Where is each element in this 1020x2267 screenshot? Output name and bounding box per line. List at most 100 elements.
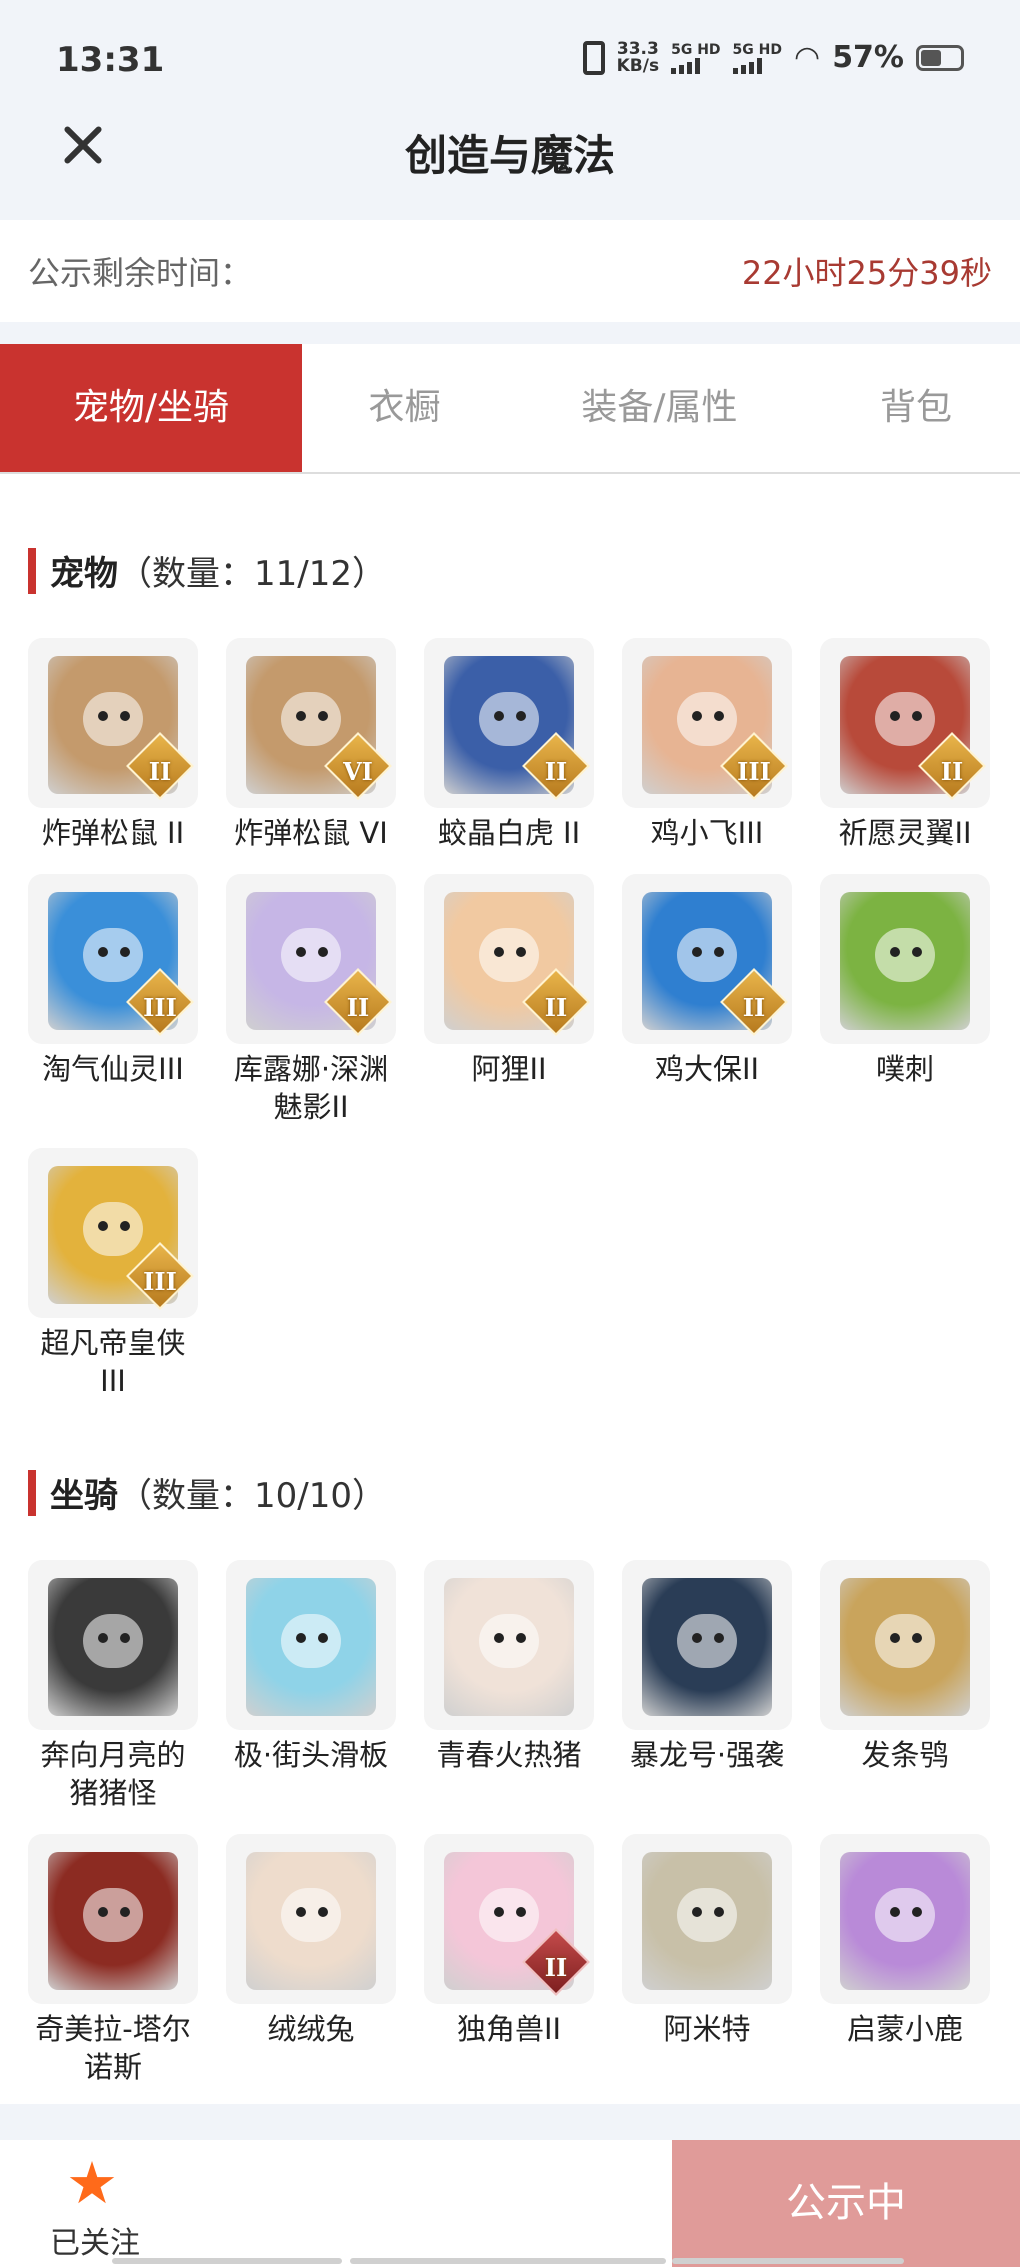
art-eye <box>318 1907 328 1917</box>
home-indicator <box>672 2258 904 2264</box>
mounts-section-title: 坐骑 （数量：10/10） <box>28 1468 386 1517</box>
divider-gap <box>0 322 1020 344</box>
pet-item[interactable]: II 蛟晶白虎 II <box>424 638 594 852</box>
signal-bars-icon <box>671 57 701 74</box>
signal-5g-2: 5G HD <box>732 42 782 74</box>
pets-title: 宠物 <box>50 554 118 594</box>
art-eye <box>318 1633 328 1643</box>
tab-equipment[interactable]: 装备/属性 <box>507 344 812 472</box>
art-eye <box>516 1907 526 1917</box>
pet-image: III <box>28 874 198 1044</box>
pet-image: III <box>28 1148 198 1318</box>
art-eye <box>494 947 504 957</box>
mount-image <box>424 1560 594 1730</box>
art-eye <box>296 1633 306 1643</box>
art-face <box>677 928 737 982</box>
art-eye <box>890 947 900 957</box>
battery-percent: 57% <box>832 40 904 75</box>
mount-name: 启蒙小鹿 <box>846 2012 963 2046</box>
pet-item[interactable]: VI 炸弹松鼠 VI <box>226 638 396 852</box>
art-eye <box>98 711 108 721</box>
status-bar: 13:31 33.3 KB/s 5G HD 5G HD ◠ 57% <box>0 0 1020 120</box>
character-art <box>840 1578 970 1716</box>
mount-item[interactable]: 发条鸮 <box>820 1560 990 1774</box>
pet-item[interactable]: II 库露娜·深渊魅影II <box>226 874 396 1126</box>
art-eye <box>692 711 702 721</box>
art-face <box>83 928 143 982</box>
section-marker <box>28 547 36 594</box>
mount-item[interactable]: 绒绒兔 <box>226 1834 396 2048</box>
art-eye <box>98 947 108 957</box>
art-face <box>875 1614 935 1668</box>
mount-item[interactable]: 奔向月亮的猪猪怪 <box>28 1560 198 1812</box>
art-face <box>479 692 539 746</box>
mount-item[interactable]: 启蒙小鹿 <box>820 1834 990 2048</box>
art-face <box>281 928 341 982</box>
level-badge-text: II <box>346 993 370 1022</box>
section-marker <box>28 1469 36 1516</box>
mount-item[interactable]: 极·街头滑板 <box>226 1560 396 1774</box>
art-face <box>281 1888 341 1942</box>
pet-item[interactable]: 噗刺 <box>820 874 990 1088</box>
art-eye <box>318 711 328 721</box>
mount-item[interactable]: 奇美拉-塔尔诺斯 <box>28 1834 198 2086</box>
art-eye <box>714 1907 724 1917</box>
pet-item[interactable]: II 鸡大保II <box>622 874 792 1088</box>
mount-image <box>226 1834 396 2004</box>
network-speed: 33.3 KB/s <box>616 40 660 76</box>
mounts-title: 坐骑 <box>50 1476 118 1516</box>
art-eye <box>494 1907 504 1917</box>
divider-gap <box>0 2104 1020 2140</box>
art-eye <box>714 947 724 957</box>
pet-item[interactable]: II 炸弹松鼠 II <box>28 638 198 852</box>
art-eye <box>318 947 328 957</box>
art-eye <box>714 711 724 721</box>
follow-button[interactable]: ★ 已关注 <box>0 2140 190 2267</box>
mount-item[interactable]: 阿米特 <box>622 1834 792 2048</box>
pet-item[interactable]: III 淘气仙灵III <box>28 874 198 1088</box>
pet-item[interactable]: II 祈愿灵翼II <box>820 638 990 852</box>
pet-name: 蛟晶白虎 II <box>437 816 581 850</box>
art-eye <box>890 711 900 721</box>
art-eye <box>692 1907 702 1917</box>
art-eye <box>890 1633 900 1643</box>
mount-item[interactable]: 暴龙号·强袭 <box>622 1560 792 1774</box>
public-status-button[interactable]: 公示中 <box>672 2140 1020 2267</box>
mounts-grid: 奔向月亮的猪猪怪 极·街头滑板 青春火热猪 暴龙号·强袭 发条鸮奇美拉-塔尔诺斯 绒绒兔 I… <box>28 1560 1008 2100</box>
art-eye <box>912 711 922 721</box>
status-icons: 33.3 KB/s 5G HD 5G HD ◠ 57% <box>582 40 964 76</box>
mount-item[interactable]: 青春火热猪 <box>424 1560 594 1774</box>
network-speed-unit: KB/s <box>616 55 660 76</box>
art-eye <box>98 1907 108 1917</box>
level-badge-text: II <box>544 757 568 786</box>
character-art <box>840 1852 970 1990</box>
tab-backpack[interactable]: 背包 <box>812 344 1020 472</box>
mount-image <box>28 1560 198 1730</box>
level-badge-text: II <box>742 993 766 1022</box>
art-face <box>83 1888 143 1942</box>
mount-name: 暴龙号·强袭 <box>629 1738 785 1772</box>
mount-item[interactable]: II 独角兽II <box>424 1834 594 2048</box>
pet-name: 噗刺 <box>875 1052 934 1086</box>
tab-wardrobe[interactable]: 衣橱 <box>302 344 507 472</box>
signal-5g-1-label: 5G HD <box>671 41 721 58</box>
pet-item[interactable]: III 超凡帝皇侠III <box>28 1148 198 1400</box>
art-eye <box>912 1907 922 1917</box>
art-eye <box>494 711 504 721</box>
pet-image: II <box>820 638 990 808</box>
art-face <box>677 1614 737 1668</box>
pet-item[interactable]: III 鸡小飞III <box>622 638 792 852</box>
character-art <box>444 1578 574 1716</box>
level-badge-text: III <box>143 993 177 1022</box>
pet-item[interactable]: II 阿狸II <box>424 874 594 1088</box>
character-art <box>246 1578 376 1716</box>
art-face <box>83 1202 143 1256</box>
art-eye <box>714 1633 724 1643</box>
pet-image: II <box>28 638 198 808</box>
pet-name: 淘气仙灵III <box>42 1052 184 1086</box>
art-eye <box>516 1633 526 1643</box>
tab-pets-mounts[interactable]: 宠物/坐骑 <box>0 344 302 472</box>
art-face <box>677 692 737 746</box>
pets-grid: II 炸弹松鼠 II VI 炸弹松鼠 VI II 蛟晶白虎 II III 鸡小飞III II 祈愿… <box>28 638 1008 1398</box>
mount-image <box>226 1560 396 1730</box>
